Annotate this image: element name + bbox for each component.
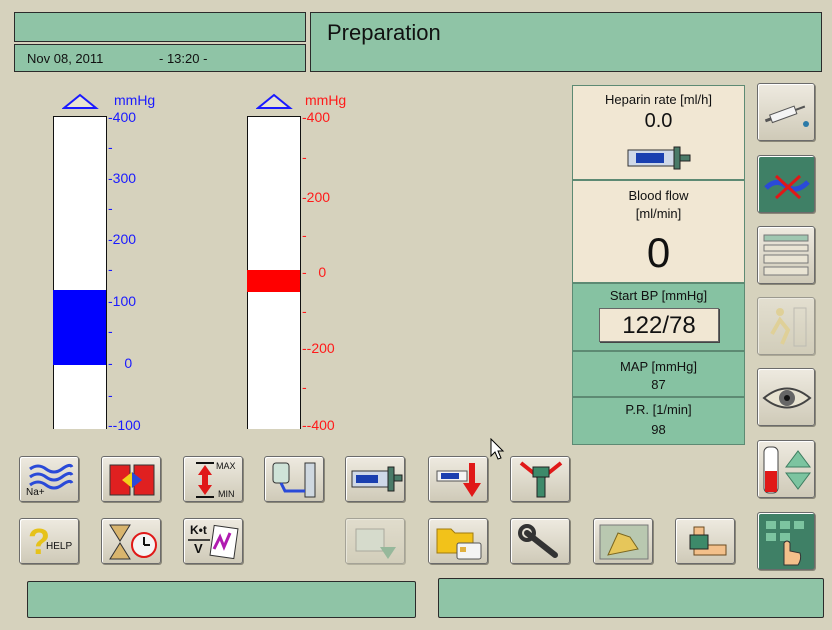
kt-v-button[interactable]: K•t V: [183, 518, 243, 564]
gauge-right-tick-400: -400: [302, 109, 331, 125]
map-panel: MAP [mmHg] 87: [572, 351, 745, 397]
sodium-profile-button[interactable]: Na+: [19, 456, 79, 502]
help-label: HELP: [46, 541, 73, 552]
gauge-left-tick-400: -400: [108, 109, 137, 125]
gauge-left-tick-200: -200: [108, 231, 137, 247]
timer-button[interactable]: [101, 518, 161, 564]
gauge-left-minor: -: [108, 139, 113, 155]
help-button[interactable]: ? HELP: [19, 518, 79, 564]
card-folder-button[interactable]: [428, 518, 488, 564]
map-label: MAP [mmHg]: [619, 359, 698, 374]
start-bp-value: 122/78: [622, 312, 696, 339]
heparin-label: Heparin rate [ml/h]: [605, 92, 712, 107]
gauge-left-minor: -: [108, 387, 113, 403]
datetime-box: Nov 08, 2011 - 13:20 -: [14, 44, 306, 72]
map-value: 87: [651, 377, 666, 392]
start-bp-input[interactable]: 122/78: [599, 308, 719, 342]
gauge-left-minor: -: [108, 323, 113, 339]
gauge-left-track: [53, 116, 107, 429]
single-needle-button[interactable]: [510, 456, 570, 502]
start-bp-panel: Start BP [mmHg] 122/78: [572, 283, 745, 351]
pulse-rate-panel: P.R. [1/min] 98: [572, 397, 745, 445]
heparin-value: 0.0: [644, 110, 673, 132]
syringe-pump-icon: [627, 146, 691, 170]
heparin-bolus-button[interactable]: [428, 456, 488, 502]
gauge-right-minor: -: [302, 149, 307, 165]
exchange-arrows-icon: [109, 464, 155, 496]
y-connector-icon: [519, 461, 563, 498]
patient-connect-icon: [770, 307, 807, 347]
bp-cuff-arm-icon: [689, 526, 727, 556]
protocol-button[interactable]: [757, 226, 815, 284]
pulse-rate-value: 98: [651, 422, 666, 437]
gauge-left-tick-0: - 0: [108, 355, 133, 371]
start-bp-label: Start BP [mmHg]: [609, 288, 708, 303]
syringe-down-arrow-icon: [436, 463, 481, 497]
patient-button[interactable]: [757, 297, 815, 355]
gauge-right-minor: -: [302, 379, 307, 395]
alarm-limits-button[interactable]: MAX MIN: [183, 456, 243, 502]
page-title: Preparation: [327, 20, 441, 45]
dialysate-exchange-button[interactable]: [101, 456, 161, 502]
reinfusion-button[interactable]: [345, 518, 405, 564]
level-adjust-button[interactable]: [757, 440, 815, 498]
gauge-right-tick-neg200: --200: [302, 340, 335, 356]
hourglass-clock-icon: [109, 524, 157, 560]
gauge-left-unit: mmHg: [114, 92, 156, 108]
bp-measurement-button[interactable]: [675, 518, 735, 564]
cleaning-hand-icon: [599, 524, 649, 560]
filter-bag-icon: [272, 462, 316, 498]
service-button[interactable]: [510, 518, 570, 564]
max-label: MAX: [216, 461, 236, 471]
disinfection-button[interactable]: [593, 518, 653, 564]
blood-flow-label: Blood flow: [628, 188, 689, 203]
header-left-top-box: [14, 12, 306, 42]
status-bar-left: [27, 581, 416, 618]
gauge-right-minor: -: [302, 303, 307, 319]
heparin-pump-button[interactable]: [345, 456, 405, 502]
time-text: - 13:20 -: [159, 51, 208, 66]
keypad-touch-icon: [766, 521, 804, 566]
date-text: Nov 08, 2011: [27, 51, 104, 66]
filter-bypass-button[interactable]: [264, 456, 324, 502]
eye-icon: [762, 387, 812, 409]
folder-card-icon: [436, 528, 482, 560]
blood-flow-panel: Blood flow [ml/min] 0: [572, 180, 745, 283]
pulse-rate-label: P.R. [1/min]: [625, 402, 692, 417]
heparin-syringe-button[interactable]: [757, 83, 815, 141]
protocol-list-icon: [763, 234, 809, 276]
syringe-icon: [764, 105, 809, 127]
level-adjust-icon: [763, 446, 811, 494]
alarm-limit-up-icon-right: [256, 93, 293, 109]
gauge-right-tick-neg400: --400: [302, 417, 335, 433]
gauge-left-minor: -: [108, 261, 113, 277]
gauge-left-minor: -: [108, 200, 113, 216]
gauge-right-minor: -: [302, 227, 307, 243]
blood-flow-unit: [ml/min]: [635, 206, 682, 221]
gauge-right-unit: mmHg: [305, 92, 347, 108]
min-label: MIN: [218, 489, 235, 499]
blood-flow-value: 0: [646, 229, 671, 276]
gauge-right-bar: [247, 270, 300, 292]
reinfusion-icon: [355, 528, 396, 559]
gauge-left-tick-neg100: --100: [108, 417, 141, 433]
view-button[interactable]: [757, 368, 815, 426]
keypad-button[interactable]: [757, 512, 815, 570]
gauge-right-tick-0: - 0: [302, 264, 327, 280]
gauge-left-tick-300: -300: [108, 170, 137, 186]
blood-pump-off-button[interactable]: [757, 155, 815, 213]
heparin-panel: Heparin rate [ml/h] 0.0: [572, 85, 745, 180]
wrench-icon: [518, 524, 558, 558]
gauge-left-tick-100: -100: [108, 293, 137, 309]
gauge-left-bar: [53, 290, 106, 365]
sodium-label: Na+: [26, 487, 45, 498]
title-box: Preparation: [310, 12, 822, 72]
syringe-pump-small-icon: [351, 466, 403, 492]
kt-v-chart-icon: [188, 524, 239, 560]
status-bar-right: [438, 578, 824, 618]
blood-pump-off-icon: [764, 174, 810, 200]
mouse-cursor-icon: [490, 438, 505, 460]
gauge-right-tick-200: -200: [302, 189, 331, 205]
alarm-limit-up-icon-left: [62, 93, 99, 109]
